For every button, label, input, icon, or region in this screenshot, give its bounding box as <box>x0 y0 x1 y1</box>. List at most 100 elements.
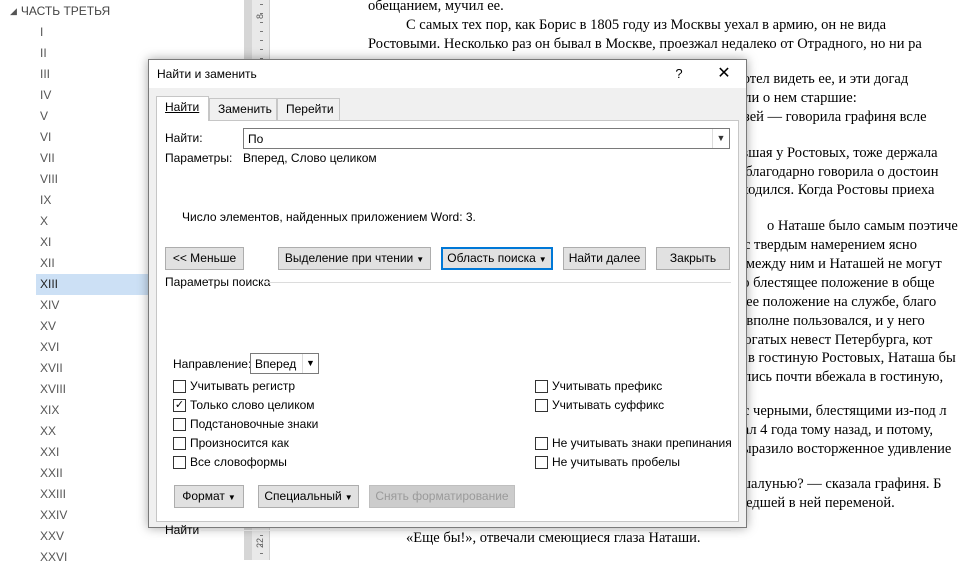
nav-item[interactable]: IV <box>36 85 148 106</box>
checkbox-icon[interactable] <box>173 379 186 393</box>
no-formatting-label: Снять форматирование <box>375 489 509 503</box>
document-text-line[interactable]: аходился. Когда Ростовы приеха <box>735 182 934 199</box>
ruler-tick <box>260 49 263 50</box>
document-text-line[interactable]: -шалунью? — сказала графиня. Б <box>735 476 942 493</box>
find-next-button[interactable]: Найти далее <box>563 247 646 270</box>
find-tab-panel: Найти: По ▼ Параметры: Вперед, Слово цел… <box>156 120 739 537</box>
document-text-line[interactable]: С самых тех пор, как Борис в 1805 году и… <box>406 17 886 34</box>
document-text-line[interactable]: богатых невест Петербурга, кот <box>737 332 932 349</box>
document-text-line[interactable]: н вполне пользовался, и у него <box>735 313 925 330</box>
document-text-line[interactable]: зей — говорила графиня всле <box>744 109 927 126</box>
direction-select[interactable]: Вперед ▼ <box>250 353 319 374</box>
option-checkbox[interactable]: Произносится как <box>173 436 289 450</box>
nav-item[interactable]: XV <box>36 316 148 337</box>
nav-item[interactable]: X <box>36 211 148 232</box>
checkbox-icon[interactable] <box>173 436 186 450</box>
option-label: Все словоформы <box>190 455 287 469</box>
option-checkbox[interactable]: ✓ Только слово целиком <box>173 398 315 412</box>
checkbox-icon[interactable] <box>535 398 548 412</box>
nav-item[interactable]: VIII <box>36 169 148 190</box>
nav-item[interactable]: XXI <box>36 442 148 463</box>
document-text-line[interactable]: авшая у Ростовых, тоже держала <box>735 145 938 162</box>
dropdown-caret-icon: ▼ <box>227 493 236 502</box>
tab-find[interactable]: Найти <box>156 96 209 121</box>
nav-item[interactable]: XX <box>36 421 148 442</box>
document-text-line[interactable]: вали о нем старшие: <box>731 90 857 107</box>
document-text-line[interactable]: с твердым намерением ясно <box>744 237 917 254</box>
nav-item[interactable]: XI <box>36 232 148 253</box>
find-in-button[interactable]: Область поиска ▼ <box>441 247 553 270</box>
chevron-down-icon[interactable]: ▼ <box>712 129 729 148</box>
nav-heading[interactable]: ◢ ЧАСТЬ ТРЕТЬЯ <box>10 4 110 18</box>
option-checkbox[interactable]: Учитывать префикс <box>535 379 662 393</box>
nav-item[interactable]: XIII <box>36 274 148 295</box>
document-text-line[interactable]: выразило восторженное удивление <box>735 441 951 458</box>
nav-item[interactable]: XXIII <box>36 484 148 505</box>
close-icon[interactable]: ✕ <box>703 60 745 88</box>
option-checkbox[interactable]: Учитывать регистр <box>173 379 295 393</box>
no-formatting-button[interactable]: Снять форматирование <box>369 485 515 508</box>
checkbox-icon[interactable] <box>535 455 548 469</box>
document-text-line[interactable]: «Еще бы!», отвечали смеющиеся глаза Ната… <box>406 530 701 547</box>
tab-replace[interactable]: Заменить <box>209 98 277 120</box>
document-text-line[interactable]: в гостиную Ростовых, Наташа бы <box>748 350 956 367</box>
nav-item[interactable]: II <box>36 43 148 64</box>
params-value: Вперед, Слово целиком <box>243 151 377 165</box>
nav-item[interactable]: IX <box>36 190 148 211</box>
nav-item[interactable]: XVII <box>36 358 148 379</box>
checkbox-icon[interactable] <box>173 455 186 469</box>
option-checkbox[interactable]: Все словоформы <box>173 455 287 469</box>
document-text-line[interactable]: о Наташе было самым поэтиче <box>767 218 958 235</box>
option-checkbox[interactable]: Учитывать суффикс <box>535 398 664 412</box>
collapse-triangle-icon[interactable]: ◢ <box>10 6 17 17</box>
checkbox-icon[interactable] <box>173 417 186 431</box>
nav-item[interactable]: I <box>36 22 148 43</box>
nav-item[interactable]: V <box>36 106 148 127</box>
document-text-line[interactable]: лись почти вбежала в гостиную, <box>744 369 943 386</box>
reading-highlight-button[interactable]: Выделение при чтении ▼ <box>278 247 431 270</box>
document-text-line[interactable]: щее положение на службе, благо <box>735 294 936 311</box>
tab-goto[interactable]: Перейти <box>277 98 340 120</box>
nav-item[interactable]: XIV <box>36 295 148 316</box>
document-text-line[interactable]: с черными, блестящими из-под л <box>743 403 947 420</box>
nav-item[interactable]: XXIV <box>36 505 148 526</box>
chevron-down-icon[interactable]: ▼ <box>302 354 318 373</box>
checkmark-icon[interactable]: ✓ <box>173 398 186 412</box>
document-text-line[interactable]: хотел видеть ее, и эти догад <box>736 71 908 88</box>
help-button[interactable]: ? <box>661 60 697 88</box>
document-text-line[interactable]: я благодарно говорила о достоин <box>735 164 938 181</box>
nav-item[interactable]: VI <box>36 127 148 148</box>
nav-item[interactable]: XXV <box>36 526 148 547</box>
ruler-tick <box>260 31 263 32</box>
nav-item[interactable]: VII <box>36 148 148 169</box>
nav-item[interactable]: XVIII <box>36 379 148 400</box>
nav-item[interactable]: XVI <box>36 337 148 358</box>
document-text-line[interactable]: ло блестящее положение в обще <box>735 275 935 292</box>
checkbox-icon[interactable] <box>535 379 548 393</box>
format-button-label: Формат <box>182 489 225 503</box>
option-label: Учитывать регистр <box>190 379 296 393</box>
option-checkbox[interactable]: Не учитывать пробелы <box>535 455 680 469</box>
document-text-line[interactable]: у между ним и Наташей не могут <box>735 256 942 273</box>
dialog-title-bar[interactable]: Найти и заменить ? ✕ <box>149 60 746 88</box>
less-button[interactable]: << Меньше <box>165 247 244 270</box>
find-what-input[interactable]: По ▼ <box>243 128 730 149</box>
option-checkbox[interactable]: Подстановочные знаки <box>173 417 318 431</box>
format-button[interactable]: Формат ▼ <box>174 485 244 508</box>
close-button[interactable]: Закрыть <box>656 247 730 270</box>
special-button[interactable]: Специальный ▼ <box>258 485 359 508</box>
ruler-tick <box>260 4 263 5</box>
nav-item[interactable]: XII <box>36 253 148 274</box>
nav-item[interactable]: XXVI <box>36 547 148 568</box>
nav-item[interactable]: XXII <box>36 463 148 484</box>
checkbox-icon[interactable] <box>535 436 548 450</box>
ruler-tick <box>260 553 263 554</box>
option-label: Не учитывать знаки препинания <box>552 436 732 450</box>
nav-item[interactable]: XIX <box>36 400 148 421</box>
document-text-line[interactable]: обещанием, мучил ее. <box>368 0 504 15</box>
document-text-line[interactable]: нал 4 года тому назад, и потому, <box>735 422 933 439</box>
document-text-line[interactable]: Ростовыми. Несколько раз он бывал в Моск… <box>368 36 922 53</box>
nav-item[interactable]: III <box>36 64 148 85</box>
option-checkbox[interactable]: Не учитывать знаки препинания <box>535 436 732 450</box>
document-text-line[interactable]: шедшей в ней переменой. <box>735 495 895 512</box>
